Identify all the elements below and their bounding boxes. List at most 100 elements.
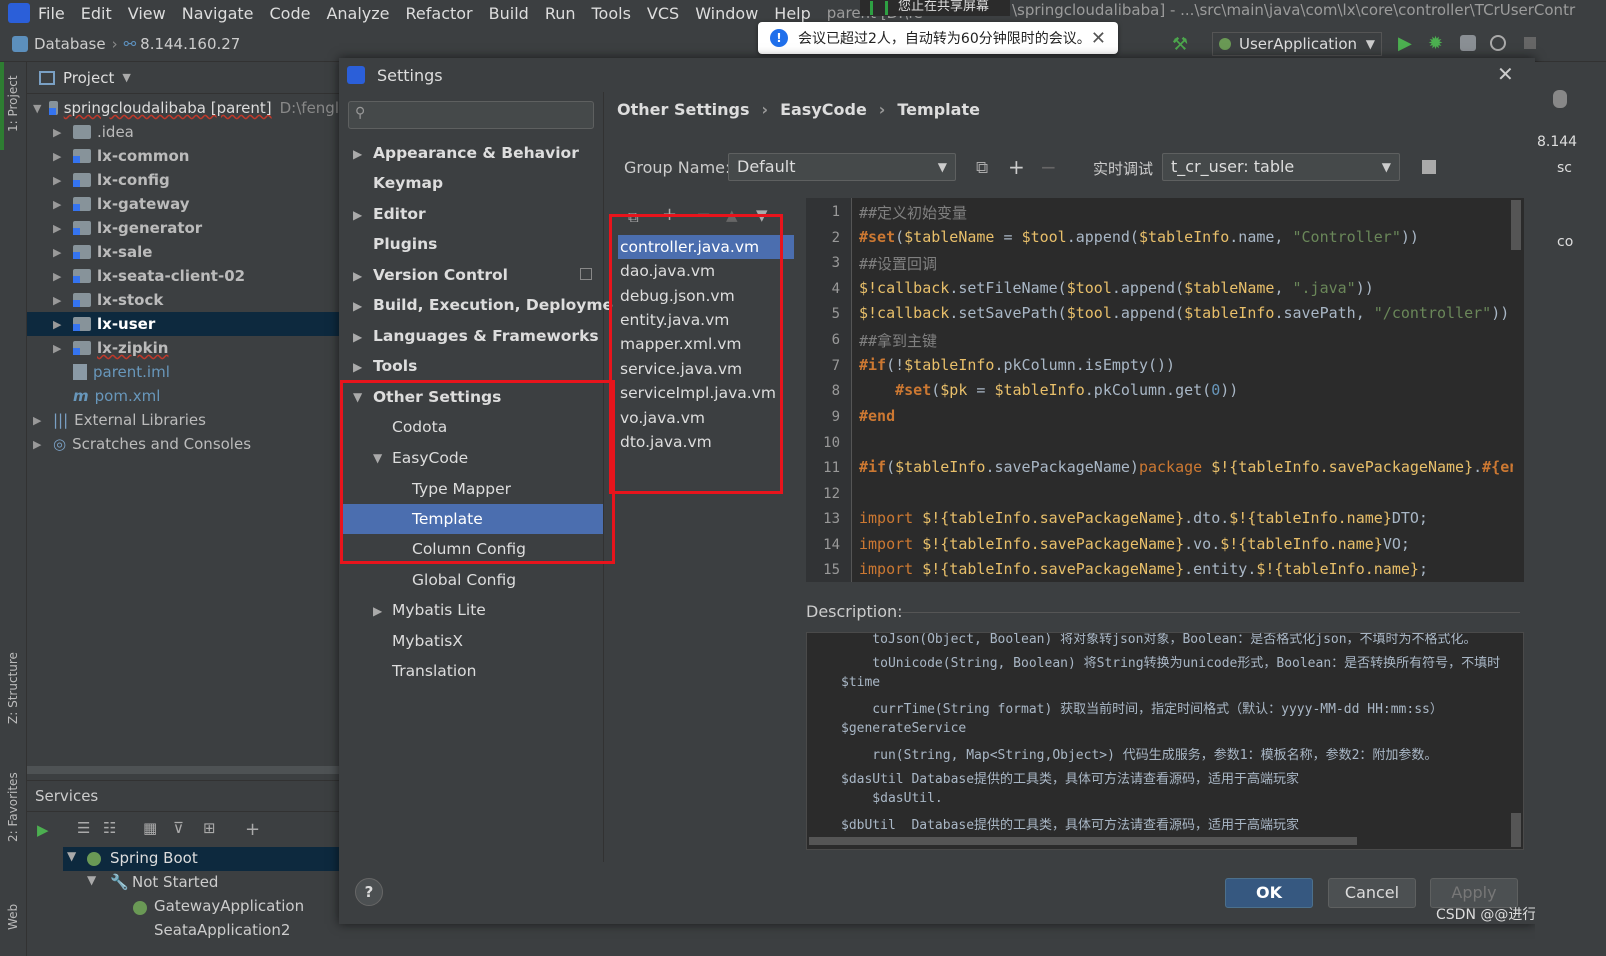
preview-icon[interactable] xyxy=(1422,160,1436,174)
nav-global-config[interactable]: Global Config xyxy=(412,565,516,595)
close-icon[interactable]: ✕ xyxy=(1091,28,1106,49)
tree-item[interactable]: ▶ lx-common xyxy=(27,144,339,168)
menu-refactor[interactable]: Refactor xyxy=(406,4,473,23)
breadcrumb-ip[interactable]: 8.144.160.27 xyxy=(140,35,240,53)
new-tab-icon[interactable]: ⊞ xyxy=(203,819,216,837)
menu-code[interactable]: Code xyxy=(270,4,311,23)
services-row-selected[interactable] xyxy=(63,847,339,871)
structure-tool-tab[interactable]: Z: Structure xyxy=(6,652,20,724)
microphone-icon[interactable] xyxy=(1553,90,1567,108)
nav-plugins[interactable]: Plugins xyxy=(373,229,437,259)
horizontal-scrollbar[interactable] xyxy=(27,766,339,774)
add-icon[interactable]: + xyxy=(1008,155,1025,179)
tree-item[interactable]: ▶ lx-seata-client-02 xyxy=(27,264,339,288)
favorites-tool-tab[interactable]: 2: Favorites xyxy=(6,772,20,842)
nav-appearance[interactable]: Appearance & Behavior xyxy=(373,138,579,168)
expand-arrow-icon[interactable]: ▶ xyxy=(353,269,362,283)
tree-item[interactable]: ▶ ◎ Scratches and Consoles xyxy=(27,432,339,456)
expand-arrow-icon[interactable]: ▶ xyxy=(33,438,45,451)
tree-item[interactable]: ▶ lx-gateway xyxy=(27,192,339,216)
expand-arrow-icon[interactable]: ▼ xyxy=(67,849,76,863)
expand-arrow-icon[interactable]: ▶ xyxy=(33,414,45,427)
tree-item[interactable]: ▶ lx-config xyxy=(27,168,339,192)
tree-item[interactable]: ▶ .idea xyxy=(27,120,339,144)
expand-arrow-icon[interactable]: ▶ xyxy=(353,330,362,344)
tree-item[interactable]: ▶ lx-sale xyxy=(27,240,339,264)
project-panel-title[interactable]: Project xyxy=(63,69,114,87)
menu-tools[interactable]: Tools xyxy=(592,4,631,23)
help-button[interactable]: ? xyxy=(355,878,383,906)
services-item-label[interactable]: GatewayApplication xyxy=(154,897,304,915)
run-configuration-select[interactable]: UserApplication ▼ xyxy=(1212,32,1382,56)
run-icon[interactable]: ▶ xyxy=(37,821,49,839)
stop-icon[interactable] xyxy=(1524,37,1536,49)
tree-item[interactable]: ▶ ||| External Libraries xyxy=(27,408,339,432)
menu-edit[interactable]: Edit xyxy=(81,4,112,23)
expand-arrow-icon[interactable]: ▶ xyxy=(53,198,65,211)
expand-arrow-icon[interactable]: ▶ xyxy=(53,126,65,139)
tree-item[interactable]: ▶ lx-generator xyxy=(27,216,339,240)
services-item-label[interactable]: SeataApplication2 xyxy=(154,921,290,939)
nav-translation[interactable]: Translation xyxy=(392,656,476,686)
tree-item[interactable]: parent.iml xyxy=(27,360,339,384)
group-name-select[interactable]: Default ▼ xyxy=(728,153,956,181)
editor-scrollbar[interactable] xyxy=(1511,200,1521,250)
menu-window[interactable]: Window xyxy=(695,4,758,23)
nav-version-control[interactable]: Version Control xyxy=(373,260,508,290)
expand-arrow-icon[interactable]: ▶ xyxy=(53,318,65,331)
services-item-label[interactable]: Not Started xyxy=(132,873,218,891)
expand-arrow-icon[interactable]: ▶ xyxy=(373,604,382,618)
close-icon[interactable]: ✕ xyxy=(1497,62,1514,86)
expand-arrow-icon[interactable]: ▶ xyxy=(353,208,362,222)
nav-editor[interactable]: Editor xyxy=(373,199,426,229)
hammer-icon[interactable]: ⚒ xyxy=(1172,34,1188,55)
menu-vcs[interactable]: VCS xyxy=(647,4,679,23)
nav-tools[interactable]: Tools xyxy=(373,351,417,381)
expand-arrow-icon[interactable]: ▶ xyxy=(53,294,65,307)
ok-button[interactable]: OK xyxy=(1225,878,1313,908)
settings-search-input[interactable]: ⚲ xyxy=(348,101,594,129)
copy-icon[interactable]: ⧉ xyxy=(976,158,988,178)
nav-mybatisx[interactable]: MybatisX xyxy=(392,626,463,656)
menu-run[interactable]: Run xyxy=(545,4,576,23)
menu-help[interactable]: Help xyxy=(774,4,810,23)
menu-analyze[interactable]: Analyze xyxy=(326,4,389,23)
run-icon[interactable]: ▶ xyxy=(1398,33,1412,54)
code-area[interactable]: ##定义初始变量 #set($tableName = $tool.append(… xyxy=(853,196,1513,582)
expand-arrow-icon[interactable]: ▶ xyxy=(353,147,362,161)
cancel-button[interactable]: Cancel xyxy=(1328,878,1416,908)
web-tool-tab[interactable]: Web xyxy=(6,904,20,930)
project-tool-tab[interactable]: 1: Project xyxy=(6,75,20,132)
menu-file[interactable]: File xyxy=(38,4,65,23)
tree-item[interactable]: ▶ lx-zipkin xyxy=(27,336,339,360)
remove-icon[interactable]: − xyxy=(1040,155,1057,179)
expand-arrow-icon[interactable]: ▶ xyxy=(53,222,65,235)
menu-navigate[interactable]: Navigate xyxy=(182,4,254,23)
menu-build[interactable]: Build xyxy=(489,4,529,23)
nav-mybatis-lite[interactable]: Mybatis Lite xyxy=(392,595,486,625)
debug-table-select[interactable]: t_cr_user: table ▼ xyxy=(1162,153,1400,181)
nav-keymap[interactable]: Keymap xyxy=(373,168,443,198)
profile-icon[interactable] xyxy=(1490,35,1506,51)
vertical-scrollbar[interactable] xyxy=(1511,813,1521,847)
nav-languages[interactable]: Languages & Frameworks xyxy=(373,321,599,351)
filter-icon[interactable]: ⊽ xyxy=(173,819,184,837)
tree-item-selected[interactable]: ▶ lx-user xyxy=(27,312,339,336)
tree-item[interactable]: ▼ springcloudalibaba [parent] D:\fengl xyxy=(27,96,339,120)
horizontal-scrollbar[interactable] xyxy=(809,837,1357,845)
expand-arrow-icon[interactable]: ▶ xyxy=(53,150,65,163)
expand-arrow-icon[interactable]: ▶ xyxy=(53,246,65,259)
add-icon[interactable]: + xyxy=(245,819,260,840)
tree-item[interactable]: m pom.xml xyxy=(27,384,339,408)
group-icon[interactable]: ▦ xyxy=(143,819,157,837)
description-text-area[interactable]: toJson(Object, Boolean) 将对象转json对象，Boole… xyxy=(806,632,1524,850)
expand-arrow-icon[interactable]: ▼ xyxy=(33,102,41,115)
coverage-icon[interactable] xyxy=(1460,35,1476,51)
services-item-label[interactable]: Spring Boot xyxy=(110,849,198,867)
expand-arrow-icon[interactable]: ▶ xyxy=(53,342,65,355)
expand-arrow-icon[interactable]: ▼ xyxy=(87,873,96,887)
nav-build-execution[interactable]: Build, Execution, Deployment xyxy=(373,290,632,320)
expand-arrow-icon[interactable]: ▶ xyxy=(353,360,362,374)
expand-arrow-icon[interactable]: ▶ xyxy=(53,174,65,187)
breadcrumb-database[interactable]: Database xyxy=(34,35,106,53)
